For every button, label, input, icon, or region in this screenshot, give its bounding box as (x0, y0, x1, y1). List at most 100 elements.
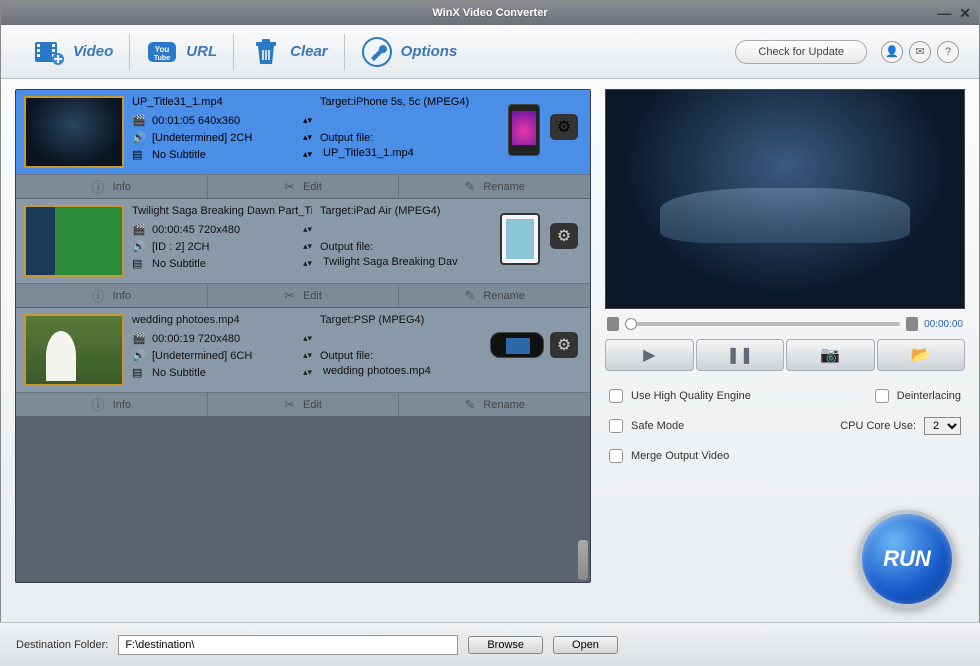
item-subtitle: No Subtitle (152, 367, 206, 379)
item-duration: 00:00:19 720x480 (152, 333, 240, 345)
target-profile: Target:iPad Air (MPEG4) (320, 205, 582, 217)
youtube-icon: YouTube (146, 36, 178, 68)
audio-icon: 🔊 (132, 349, 146, 362)
browse-button[interactable]: Browse (468, 636, 543, 654)
list-item[interactable]: UP_Title31_1.mp4🎬00:01:05 640x360▴▾🔊[Und… (16, 90, 590, 199)
device-icon (500, 213, 540, 265)
subtitle-spinner[interactable]: ▴▾ (303, 149, 312, 160)
trash-icon (250, 36, 282, 68)
item-audio: [Undetermined] 6CH (152, 350, 252, 362)
output-label: Output file: (320, 241, 582, 253)
titlebar: WinX Video Converter — ✕ (1, 1, 979, 25)
settings-button[interactable]: ⚙ (550, 223, 578, 249)
subtitle-icon: ▤ (132, 148, 146, 161)
minimize-button[interactable]: — (937, 5, 951, 22)
subtitle-spinner[interactable]: ▴▾ (303, 258, 312, 269)
subtitle-spinner[interactable]: ▴▾ (303, 367, 312, 378)
output-filename: Twilight Saga Breaking Dav (320, 256, 582, 268)
audio-icon: 🔊 (132, 131, 146, 144)
play-button[interactable]: ▶ (605, 339, 694, 371)
edit-button[interactable]: ✂Edit (208, 393, 400, 416)
open-folder-button[interactable]: 📂 (877, 339, 966, 371)
timeline-track[interactable] (625, 322, 900, 326)
video-spinner[interactable]: ▴▾ (303, 115, 312, 126)
item-filename: UP_Title31_1.mp4 (132, 96, 312, 108)
separator (344, 34, 345, 70)
edit-button[interactable]: ✂Edit (208, 175, 400, 198)
rename-icon: ✎ (464, 179, 475, 195)
target-profile: Target:PSP (MPEG4) (320, 314, 582, 326)
add-video-button[interactable]: Video (21, 30, 125, 74)
dest-folder-input[interactable] (118, 635, 458, 655)
info-button[interactable]: ⓘInfo (16, 284, 208, 307)
run-button[interactable]: RUN (858, 510, 956, 608)
snapshot-button[interactable]: 📷 (786, 339, 875, 371)
options-button[interactable]: Options (349, 30, 470, 74)
deinterlacing-checkbox[interactable]: Deinterlacing (875, 389, 961, 403)
item-actions: ⓘInfo✂Edit✎Rename (16, 174, 590, 198)
item-filename: wedding photoes.mp4 (132, 314, 312, 326)
list-item[interactable]: wedding photoes.mp4🎬00:00:19 720x480▴▾🔊[… (16, 308, 590, 417)
svg-text:You: You (155, 45, 170, 54)
settings-button[interactable]: ⚙ (550, 332, 578, 358)
info-icon: ⓘ (92, 177, 105, 196)
options-label: Options (401, 43, 458, 60)
pause-button[interactable]: ❚❚ (696, 339, 785, 371)
wrench-icon (361, 36, 393, 68)
merge-checkbox[interactable]: Merge Output Video (609, 449, 729, 463)
item-subtitle: No Subtitle (152, 149, 206, 161)
rename-icon: ✎ (464, 288, 475, 304)
close-button[interactable]: ✕ (959, 5, 971, 22)
film-plus-icon (33, 36, 65, 68)
separator (129, 34, 130, 70)
cpu-core-option: CPU Core Use: 2 (840, 417, 961, 435)
rename-button[interactable]: ✎Rename (399, 175, 590, 198)
list-item[interactable]: Twilight Saga Breaking Dawn Part_Title🎬0… (16, 199, 590, 308)
item-target: Target:iPhone 5s, 5c (MPEG4) Output file:… (320, 96, 582, 168)
target-profile: Target:iPhone 5s, 5c (MPEG4) (320, 96, 582, 108)
playhead[interactable] (625, 318, 637, 330)
device-icon (490, 332, 544, 358)
check-update-button[interactable]: Check for Update (735, 40, 867, 64)
clear-label: Clear (290, 43, 328, 60)
item-audio: [Undetermined] 2CH (152, 132, 252, 144)
edit-button[interactable]: ✂Edit (208, 284, 400, 307)
item-target: Target:iPad Air (MPEG4) Output file: Twil… (320, 205, 582, 277)
output-label: Output file: (320, 132, 582, 144)
safe-mode-checkbox[interactable]: Safe Mode (609, 419, 684, 433)
audio-spinner[interactable]: ▴▾ (303, 350, 312, 361)
trim-start-handle[interactable] (607, 317, 619, 331)
open-button[interactable]: Open (553, 636, 618, 654)
item-duration: 00:01:05 640x360 (152, 115, 240, 127)
audio-spinner[interactable]: ▴▾ (303, 132, 312, 143)
conversion-options: Use High Quality Engine Deinterlacing Sa… (605, 383, 965, 483)
info-button[interactable]: ⓘInfo (16, 393, 208, 416)
item-duration: 00:00:45 720x480 (152, 224, 240, 236)
item-subtitle: No Subtitle (152, 258, 206, 270)
thumbnail (24, 96, 124, 168)
item-info: UP_Title31_1.mp4🎬00:01:05 640x360▴▾🔊[Und… (132, 96, 312, 168)
video-spinner[interactable]: ▴▾ (303, 333, 312, 344)
info-button[interactable]: ⓘInfo (16, 175, 208, 198)
info-icon: ⓘ (92, 395, 105, 414)
mail-icon[interactable]: ✉ (909, 41, 931, 63)
trim-end-handle[interactable] (906, 317, 918, 331)
toolbar: Video YouTube URL Clear Options Check fo… (1, 25, 979, 79)
item-actions: ⓘInfo✂Edit✎Rename (16, 283, 590, 307)
settings-button[interactable]: ⚙ (550, 114, 578, 140)
video-spinner[interactable]: ▴▾ (303, 224, 312, 235)
svg-text:Tube: Tube (154, 55, 170, 62)
clear-button[interactable]: Clear (238, 30, 340, 74)
add-url-label: URL (186, 43, 217, 60)
scrollbar[interactable] (578, 540, 588, 580)
help-icon[interactable]: ? (937, 41, 959, 63)
output-filename: wedding photoes.mp4 (320, 365, 582, 377)
cpu-core-select[interactable]: 2 (924, 417, 961, 435)
audio-spinner[interactable]: ▴▾ (303, 241, 312, 252)
scissors-icon: ✂ (284, 288, 295, 304)
user-icon[interactable]: 👤 (881, 41, 903, 63)
rename-button[interactable]: ✎Rename (399, 284, 590, 307)
add-url-button[interactable]: YouTube URL (134, 30, 229, 74)
rename-button[interactable]: ✎Rename (399, 393, 590, 416)
hq-engine-checkbox[interactable]: Use High Quality Engine (609, 389, 751, 403)
